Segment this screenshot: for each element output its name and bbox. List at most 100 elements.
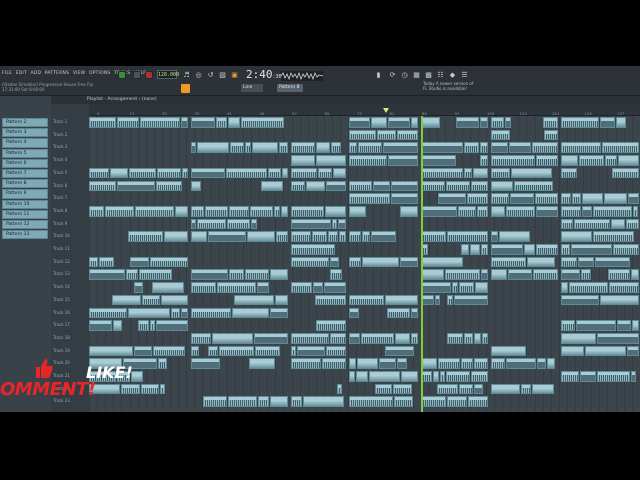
pattern-clip[interactable] [330, 269, 342, 281]
pattern-clip[interactable] [578, 256, 594, 268]
pattern-clip[interactable] [491, 117, 504, 128]
pattern-clip[interactable] [385, 294, 418, 306]
pattern-clip[interactable] [257, 282, 269, 293]
pattern-clip[interactable] [421, 282, 451, 293]
pattern-list-item[interactable]: Pattern 4 [2, 138, 48, 148]
pattern-clip[interactable] [580, 371, 596, 382]
pattern-clip[interactable] [349, 371, 355, 382]
pattern-clip[interactable] [491, 193, 509, 204]
pattern-clip[interactable] [349, 129, 376, 141]
pattern-clip[interactable] [131, 371, 143, 382]
pattern-clip[interactable] [628, 193, 639, 204]
pattern-clip[interactable] [491, 167, 510, 179]
pattern-clip[interactable] [593, 205, 632, 217]
pattern-clip[interactable] [471, 371, 488, 382]
snap-select[interactable]: Line [241, 84, 263, 92]
pattern-clip[interactable] [241, 117, 284, 128]
pattern-clip[interactable] [276, 231, 288, 242]
pattern-clip[interactable] [212, 332, 253, 344]
pattern-clip[interactable] [208, 345, 218, 357]
pattern-clip[interactable] [117, 180, 155, 192]
pattern-clip[interactable] [121, 383, 140, 395]
pattern-clip[interactable] [362, 256, 399, 268]
pattern-clip[interactable] [510, 193, 534, 204]
pattern-clip[interactable] [437, 383, 458, 395]
pattern-clip[interactable] [349, 180, 372, 192]
pattern-clip[interactable] [89, 345, 133, 357]
pattern-clip[interactable] [440, 371, 445, 382]
pattern-clip[interactable] [385, 345, 414, 357]
pattern-clip[interactable] [291, 155, 315, 166]
metronome-icon[interactable]: ♬ [182, 71, 191, 80]
pattern-clip[interactable] [297, 345, 325, 357]
pattern-clip[interactable] [357, 358, 378, 369]
pattern-clip[interactable] [349, 358, 356, 369]
pattern-clip[interactable] [291, 231, 311, 242]
pattern-clip[interactable] [156, 180, 182, 192]
track-header[interactable]: Track 3 [53, 141, 87, 154]
pattern-clip[interactable] [544, 129, 558, 141]
pattern-clip[interactable] [561, 294, 599, 306]
pattern-clip[interactable] [281, 205, 288, 217]
pattern-clip[interactable] [191, 205, 204, 217]
pattern-clip[interactable] [536, 155, 558, 166]
pattern-clip[interactable] [608, 269, 630, 281]
pattern-clip[interactable] [328, 231, 338, 242]
pattern-clip[interactable] [581, 269, 591, 281]
pattern-clip[interactable] [208, 231, 246, 242]
pattern-clip[interactable] [126, 269, 138, 281]
pattern-clip[interactable] [421, 358, 437, 369]
pattern-clip[interactable] [89, 205, 104, 217]
pattern-clip[interactable] [395, 332, 410, 344]
pattern-clip[interactable] [527, 256, 555, 268]
pattern-clip[interactable] [491, 256, 526, 268]
pattern-clip[interactable] [477, 205, 488, 217]
pattern-clip[interactable] [391, 193, 418, 204]
pattern-clip[interactable] [491, 155, 535, 166]
track-header[interactable]: Track 4 [53, 154, 87, 167]
pattern-clip[interactable] [474, 383, 483, 395]
pattern-clip[interactable] [251, 218, 257, 230]
pattern-clip[interactable] [561, 117, 599, 128]
pattern-clip[interactable] [491, 269, 507, 281]
track-header[interactable]: Track 13 [53, 268, 87, 281]
pattern-clip[interactable] [561, 205, 581, 217]
pattern-clip[interactable] [99, 256, 114, 268]
pattern-clip[interactable] [291, 282, 312, 293]
pattern-clip[interactable] [401, 371, 418, 382]
pattern-list-item[interactable]: Pattern 10 [2, 199, 48, 209]
pattern-clip[interactable] [175, 205, 188, 217]
pattern-clip[interactable] [254, 332, 288, 344]
pattern-clip[interactable] [89, 307, 127, 319]
pattern-clip[interactable] [333, 167, 346, 179]
pattern-list-item[interactable]: Pattern 9 [2, 189, 48, 199]
time-ruler[interactable]: 9 17 25 33 41 49 57 65 73 81 89 97 105 113 121 129 137 [89, 104, 640, 116]
pattern-clip[interactable] [536, 244, 558, 255]
pattern-clip[interactable] [157, 167, 181, 179]
pattern-clip[interactable] [291, 358, 321, 369]
menu-view[interactable]: VIEW [73, 71, 86, 76]
pattern-clip[interactable] [631, 371, 636, 382]
pattern-clip[interactable] [561, 142, 601, 154]
pattern-clip[interactable] [349, 142, 357, 154]
pattern-clip[interactable] [197, 218, 226, 230]
pattern-clip[interactable] [316, 142, 330, 154]
pattern-clip[interactable] [616, 117, 626, 128]
pattern-clip[interactable] [316, 320, 346, 331]
track-header[interactable]: Track 9 [53, 218, 87, 231]
pattern-clip[interactable] [228, 117, 240, 128]
pattern-clip[interactable] [181, 307, 188, 319]
pattern-clip[interactable] [447, 231, 488, 242]
pattern-clip[interactable] [576, 320, 616, 331]
pattern-clip[interactable] [609, 282, 639, 293]
pattern-clip[interactable] [452, 282, 458, 293]
pattern-clip[interactable] [388, 117, 410, 128]
pattern-clip[interactable] [459, 383, 473, 395]
pattern-clip[interactable] [597, 371, 630, 382]
pattern-clip[interactable] [421, 231, 446, 242]
pattern-clip[interactable] [129, 167, 156, 179]
pattern-clip[interactable] [536, 205, 558, 217]
pattern-clip[interactable] [229, 205, 249, 217]
pattern-clip[interactable] [303, 396, 344, 408]
mixer-icon[interactable]: ☷ [436, 71, 445, 80]
